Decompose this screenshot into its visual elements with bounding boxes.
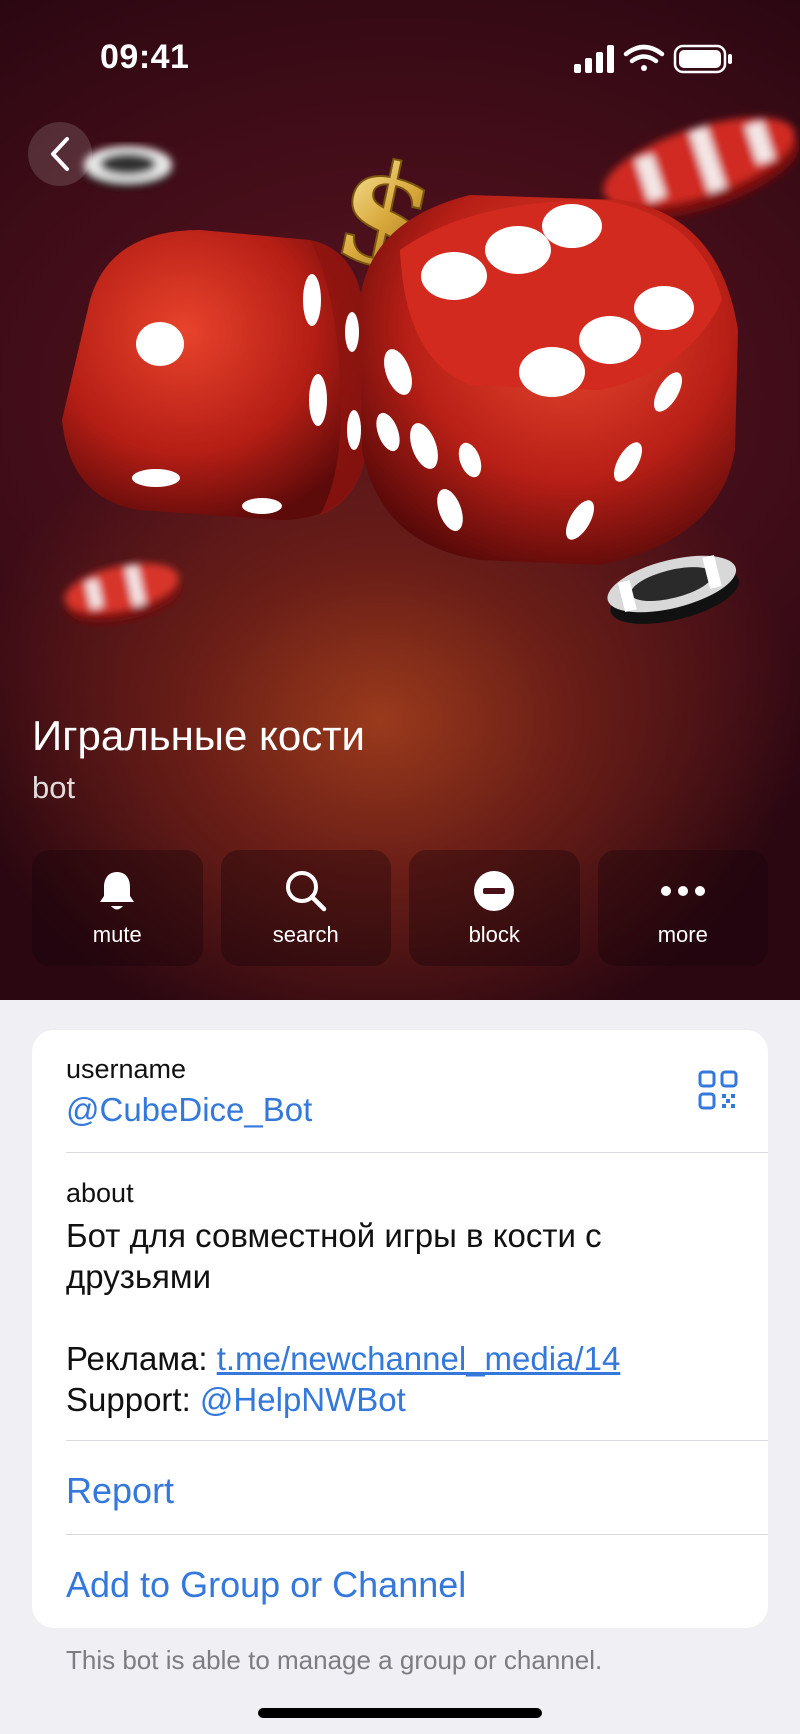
status-time: 09:41: [100, 38, 190, 76]
more-label: more: [657, 922, 708, 947]
ad-label: Реклама:: [66, 1340, 208, 1377]
qr-code-icon: [698, 1070, 738, 1110]
bell-icon: [100, 872, 135, 910]
profile-subtitle: bot: [32, 770, 76, 805]
cellular-signal-icon: [574, 45, 614, 73]
support-label: Support:: [66, 1381, 191, 1418]
add-to-group-button[interactable]: Add to Group or Channel: [66, 1564, 768, 1606]
about-row: about Бот для совместной игры в кости с …: [66, 1178, 734, 1420]
ad-link[interactable]: t.me/newchannel_media/14: [217, 1340, 621, 1377]
battery-icon: [673, 44, 732, 74]
report-row[interactable]: Report: [66, 1470, 768, 1512]
qr-code-button[interactable]: [698, 1070, 738, 1115]
about-label: about: [66, 1178, 134, 1208]
status-icons: [574, 44, 734, 79]
username-row[interactable]: username @CubeDice_Bot: [66, 1054, 768, 1129]
add-to-group-row[interactable]: Add to Group or Channel: [66, 1564, 768, 1606]
wifi-icon: [623, 44, 665, 71]
search-button[interactable]: search: [220, 850, 391, 966]
action-bar: mute search block more: [32, 850, 768, 966]
chip-bottom-left: [64, 563, 181, 623]
more-button[interactable]: more: [597, 850, 768, 966]
divider: [66, 1534, 768, 1535]
divider: [66, 1440, 768, 1441]
mute-label: mute: [92, 922, 142, 947]
block-button[interactable]: block: [409, 850, 580, 966]
chip-top-left: [84, 146, 172, 188]
die-left: [62, 230, 368, 520]
back-button[interactable]: [28, 122, 92, 186]
search-icon: [285, 871, 326, 912]
status-bar: 09:41: [0, 0, 800, 120]
support-link[interactable]: @HelpNWBot: [200, 1381, 406, 1418]
info-card: username @CubeDice_Bot about Бот для сов…: [32, 1030, 768, 1628]
home-indicator[interactable]: [258, 1708, 542, 1718]
profile-name: Игральные кости: [32, 712, 365, 759]
about-text: Бот для совместной игры в кости с друзья…: [66, 1217, 602, 1295]
support-line: Support: @HelpNWBot: [66, 1379, 734, 1420]
block-label: block: [468, 922, 520, 947]
mute-button[interactable]: mute: [32, 850, 203, 966]
username-value[interactable]: @CubeDice_Bot: [66, 1091, 768, 1129]
divider: [66, 1152, 768, 1153]
username-label: username: [66, 1054, 187, 1084]
block-icon: [474, 871, 515, 911]
search-label: search: [272, 922, 339, 947]
chevron-left-icon: [51, 137, 69, 171]
ad-line: Реклама: t.me/newchannel_media/14: [66, 1338, 734, 1379]
report-button[interactable]: Report: [66, 1470, 768, 1512]
more-icon: [660, 886, 705, 896]
footnote: This bot is able to manage a group or ch…: [66, 1645, 603, 1675]
die-right: [360, 195, 738, 565]
profile-header: $ 09:41 Игральные кости bot mute search …: [0, 0, 800, 1000]
